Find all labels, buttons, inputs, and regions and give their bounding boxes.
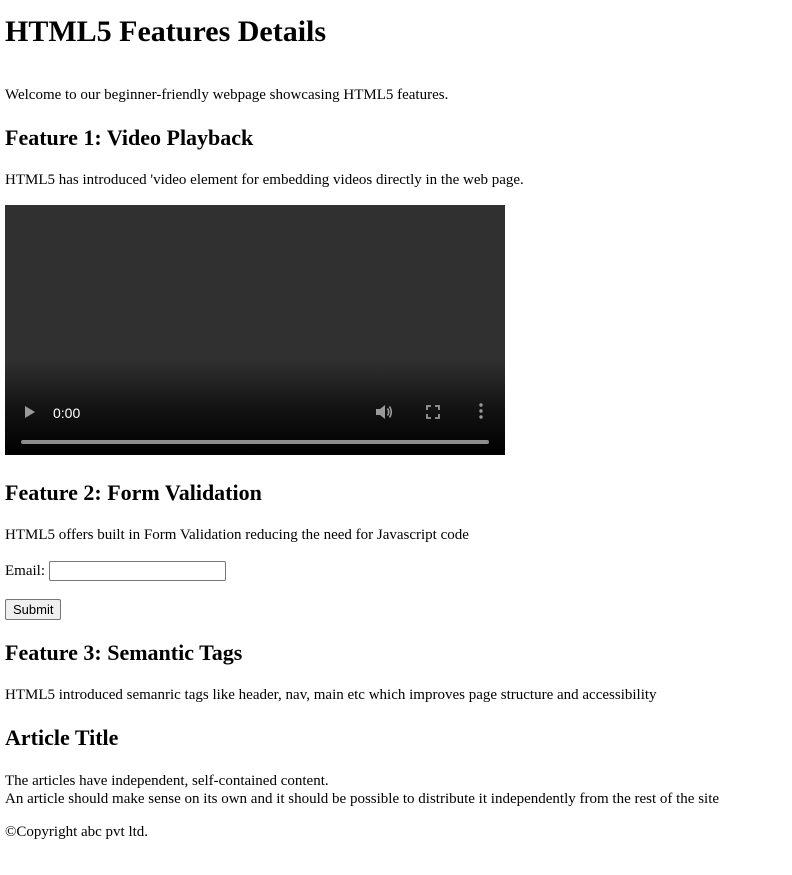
video-controls: 0:00: [5, 385, 505, 455]
feature3-heading: Feature 3: Semantic Tags: [5, 640, 243, 665]
feature2-heading: Feature 2: Form Validation: [5, 480, 262, 505]
email-label: Email:: [5, 563, 45, 579]
article-title: Article Title: [5, 725, 119, 750]
page: HTML5 Features Details: [0, 14, 792, 50]
email-field[interactable]: [49, 561, 226, 581]
feature2-description: HTML5 offers built in Form Validation re…: [5, 527, 469, 543]
submit-button[interactable]: Submit: [5, 599, 62, 620]
feature1-description: HTML5 has introduced 'video element for …: [5, 172, 524, 188]
article-line-2: An article should make sense on its own …: [5, 791, 720, 807]
fullscreen-icon[interactable]: [426, 405, 440, 419]
play-icon[interactable]: [25, 406, 35, 418]
article-line-1: The articles have independent, self-cont…: [5, 773, 329, 789]
video-time: 0:00: [53, 405, 81, 421]
feature1-heading: Feature 1: Video Playback: [5, 125, 254, 150]
video-player[interactable]: 0:00: [5, 205, 505, 455]
intro-text: Welcome to our beginner-friendly webpage…: [5, 87, 449, 103]
page-title: HTML5 Features Details: [5, 15, 327, 48]
more-options-icon[interactable]: [479, 403, 483, 419]
volume-icon[interactable]: [375, 404, 393, 420]
email-row: Email:: [5, 560, 226, 582]
feature3-description: HTML5 introduced semanric tags like head…: [5, 687, 657, 703]
footer-copyright: ©Copyright abc pvt ltd.: [5, 824, 149, 840]
video-seekbar[interactable]: [21, 440, 489, 444]
article-body: The articles have independent, self-cont…: [5, 772, 719, 808]
